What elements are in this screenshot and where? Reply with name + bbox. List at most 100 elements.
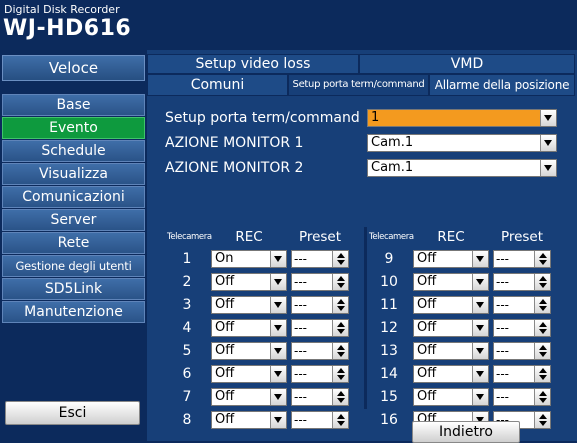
preset-spinner[interactable]: ---: [291, 319, 349, 337]
spinner-arrows-icon[interactable]: [332, 251, 348, 267]
chevron-down-icon[interactable]: [270, 274, 286, 290]
monitor-2-select[interactable]: Cam.1: [367, 159, 557, 177]
preset-spinner[interactable]: ---: [493, 296, 551, 314]
spinner-arrows-icon[interactable]: [332, 366, 348, 382]
sidebar-item-manutenzione[interactable]: Manutenzione: [2, 301, 145, 323]
column-header-rec: REC: [235, 229, 263, 245]
preset-spinner[interactable]: ---: [291, 365, 349, 383]
sidebar-item-schedule[interactable]: Schedule: [2, 140, 145, 162]
preset-spinner[interactable]: ---: [493, 342, 551, 360]
spinner-arrows-icon[interactable]: [534, 297, 550, 313]
sidebar-item-visualizza[interactable]: Visualizza: [2, 163, 145, 185]
chevron-down-icon[interactable]: [540, 135, 556, 151]
chevron-down-icon[interactable]: [540, 110, 556, 126]
back-button[interactable]: Indietro: [412, 421, 520, 443]
rec-select[interactable]: Off: [413, 365, 489, 383]
chevron-down-icon[interactable]: [472, 251, 488, 267]
preset-spinner[interactable]: ---: [493, 319, 551, 337]
tab-setup-porta-term-command[interactable]: Setup porta term/command: [288, 74, 429, 96]
preset-spinner[interactable]: ---: [291, 273, 349, 291]
spinner-arrows-icon[interactable]: [332, 297, 348, 313]
chevron-down-icon[interactable]: [270, 389, 286, 405]
rec-select[interactable]: Off: [211, 319, 287, 337]
preset-spinner[interactable]: ---: [291, 411, 349, 429]
spinner-arrows-icon[interactable]: [534, 274, 550, 290]
chevron-down-icon[interactable]: [270, 251, 286, 267]
chevron-down-icon[interactable]: [540, 160, 556, 176]
spinner-arrows-icon[interactable]: [534, 366, 550, 382]
rec-value: Off: [215, 343, 235, 358]
tab-vmd[interactable]: VMD: [359, 54, 575, 74]
spinner-arrows-icon[interactable]: [332, 274, 348, 290]
spinner-arrows-icon[interactable]: [534, 320, 550, 336]
rec-value: Off: [215, 297, 235, 312]
monitor-1-select[interactable]: Cam.1: [367, 134, 557, 152]
spinner-arrows-icon[interactable]: [534, 389, 550, 405]
rec-select[interactable]: Off: [413, 342, 489, 360]
rec-select[interactable]: Off: [413, 250, 489, 268]
spinner-arrows-icon[interactable]: [534, 412, 550, 428]
tab-setup-video-loss[interactable]: Setup video loss: [147, 54, 359, 74]
chevron-down-icon[interactable]: [472, 297, 488, 313]
chevron-down-icon[interactable]: [270, 343, 286, 359]
chevron-down-icon[interactable]: [270, 412, 286, 428]
exit-button[interactable]: Esci: [5, 401, 140, 425]
chevron-down-icon[interactable]: [472, 343, 488, 359]
preset-spinner[interactable]: ---: [291, 342, 349, 360]
rec-select[interactable]: Off: [413, 296, 489, 314]
rec-value: Off: [215, 412, 235, 427]
preset-value: ---: [294, 413, 307, 427]
chevron-down-icon[interactable]: [270, 320, 286, 336]
preset-spinner[interactable]: ---: [493, 388, 551, 406]
spinner-arrows-icon[interactable]: [332, 320, 348, 336]
tab-comuni[interactable]: Comuni: [147, 74, 288, 96]
term-command-select[interactable]: 1: [367, 109, 557, 127]
rec-select[interactable]: Off: [211, 411, 287, 429]
rec-select[interactable]: Off: [211, 296, 287, 314]
sidebar-item-evento[interactable]: Evento: [2, 117, 145, 139]
spinner-arrows-icon[interactable]: [534, 251, 550, 267]
rec-select[interactable]: Off: [413, 388, 489, 406]
preset-spinner[interactable]: ---: [291, 388, 349, 406]
setting-label: AZIONE MONITOR 2: [165, 160, 304, 176]
chevron-down-icon[interactable]: [472, 366, 488, 382]
rec-select[interactable]: Off: [211, 342, 287, 360]
rec-select[interactable]: Off: [413, 273, 489, 291]
sidebar-item-base[interactable]: Base: [2, 94, 145, 116]
setting-row-monitor-1: AZIONE MONITOR 1 Cam.1: [165, 133, 557, 153]
preset-spinner[interactable]: ---: [291, 250, 349, 268]
sidebar-item-server[interactable]: Server: [2, 209, 145, 231]
rec-value: Off: [215, 320, 235, 335]
rec-select[interactable]: Off: [211, 273, 287, 291]
rec-select[interactable]: On: [211, 250, 287, 268]
tab-allarme-posizione[interactable]: Allarme della posizione: [429, 74, 575, 96]
spinner-arrows-icon[interactable]: [534, 343, 550, 359]
camera-row: 14 Off ---: [369, 364, 565, 384]
rec-select[interactable]: Off: [413, 319, 489, 337]
chevron-down-icon[interactable]: [270, 297, 286, 313]
sidebar-item-sd5link[interactable]: SD5Link: [2, 278, 145, 300]
chevron-down-icon[interactable]: [472, 320, 488, 336]
sidebar-item-veloce[interactable]: Veloce: [2, 55, 145, 81]
sidebar-item-comunicazioni[interactable]: Comunicazioni: [2, 186, 145, 208]
rec-value: Off: [417, 251, 437, 266]
camera-number: 16: [380, 412, 398, 428]
spinner-arrows-icon[interactable]: [332, 343, 348, 359]
chevron-down-icon[interactable]: [472, 389, 488, 405]
preset-spinner[interactable]: ---: [493, 250, 551, 268]
sidebar-item-rete[interactable]: Rete: [2, 232, 145, 254]
rec-value: Off: [417, 320, 437, 335]
preset-spinner[interactable]: ---: [493, 365, 551, 383]
preset-spinner[interactable]: ---: [493, 273, 551, 291]
rec-select[interactable]: Off: [211, 388, 287, 406]
chevron-down-icon[interactable]: [472, 274, 488, 290]
camera-number: 5: [182, 343, 192, 359]
spinner-arrows-icon[interactable]: [332, 412, 348, 428]
chevron-down-icon[interactable]: [270, 366, 286, 382]
preset-value: ---: [496, 367, 509, 381]
spinner-arrows-icon[interactable]: [332, 389, 348, 405]
main-panel: Setup video loss VMD Comuni Setup porta …: [147, 50, 577, 443]
sidebar-item-gestione-utenti[interactable]: Gestione degli utenti: [2, 255, 145, 277]
rec-select[interactable]: Off: [211, 365, 287, 383]
preset-spinner[interactable]: ---: [291, 296, 349, 314]
